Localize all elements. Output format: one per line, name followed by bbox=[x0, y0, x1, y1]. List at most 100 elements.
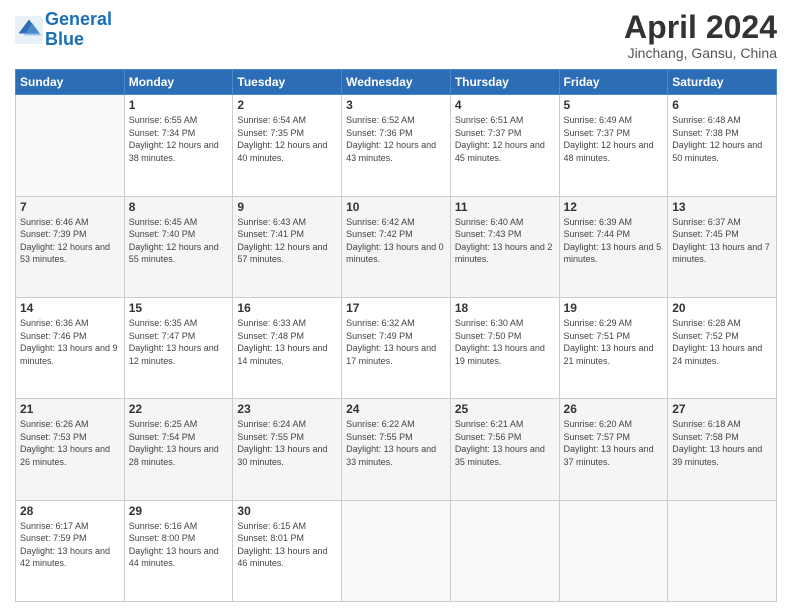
day-info-line: Sunset: 7:41 PM bbox=[237, 228, 337, 241]
day-info-line: Sunrise: 6:28 AM bbox=[672, 317, 772, 330]
day-number: 5 bbox=[564, 98, 664, 112]
day-info-line: Daylight: 13 hours and 19 minutes. bbox=[455, 342, 555, 367]
day-number: 20 bbox=[672, 301, 772, 315]
day-info-line: Sunset: 7:37 PM bbox=[455, 127, 555, 140]
day-info: Sunrise: 6:17 AMSunset: 7:59 PMDaylight:… bbox=[20, 520, 120, 570]
logo-icon bbox=[15, 16, 43, 44]
calendar-empty bbox=[559, 500, 668, 601]
calendar-day-24: 24 Sunrise: 6:22 AMSunset: 7:55 PMDayligh… bbox=[342, 399, 451, 500]
calendar-day-15: 15Sunrise: 6:35 AMSunset: 7:47 PMDayligh… bbox=[124, 297, 233, 398]
day-number: 21 bbox=[20, 402, 120, 416]
day-info-line: Sunset: 7:58 PM bbox=[672, 431, 772, 444]
title-block: April 2024 Jinchang, Gansu, China bbox=[624, 10, 777, 61]
day-info-line: Sunrise: 6:29 AM bbox=[564, 317, 664, 330]
calendar-day-16: 16 Sunrise: 6:33 AMSunset: 7:48 PMDayligh… bbox=[233, 297, 342, 398]
day-info-line: Daylight: 13 hours and 30 minutes. bbox=[237, 443, 337, 468]
day-info-line: Daylight: 13 hours and 2 minutes. bbox=[455, 241, 555, 266]
day-number: 3 bbox=[346, 98, 446, 112]
day-number: 26 bbox=[564, 402, 664, 416]
day-info: Sunrise: 6:48 AMSunset: 7:38 PMDaylight:… bbox=[672, 114, 772, 164]
day-info-line: Sunrise: 6:35 AM bbox=[129, 317, 229, 330]
calendar-week-row: 21 Sunrise: 6:26 AMSunset: 7:53 PMDayligh… bbox=[16, 399, 777, 500]
calendar-day-22: 22Sunrise: 6:25 AMSunset: 7:54 PMDayligh… bbox=[124, 399, 233, 500]
day-number: 23 bbox=[237, 402, 337, 416]
day-info: Sunrise: 6:29 AMSunset: 7:51 PMDaylight:… bbox=[564, 317, 664, 367]
day-info: Sunrise: 6:46 AMSunset: 7:39 PMDaylight:… bbox=[20, 216, 120, 266]
logo-general: General bbox=[45, 9, 112, 29]
day-info: Sunrise: 6:25 AMSunset: 7:54 PMDaylight:… bbox=[129, 418, 229, 468]
day-info: Sunrise: 6:26 AMSunset: 7:53 PMDaylight:… bbox=[20, 418, 120, 468]
calendar-day-14: 14Sunrise: 6:36 AMSunset: 7:46 PMDayligh… bbox=[16, 297, 125, 398]
day-info-line: Sunrise: 6:46 AM bbox=[20, 216, 120, 229]
day-info: Sunrise: 6:33 AMSunset: 7:48 PMDaylight:… bbox=[237, 317, 337, 367]
day-info: Sunrise: 6:40 AMSunset: 7:43 PMDaylight:… bbox=[455, 216, 555, 266]
day-number: 4 bbox=[455, 98, 555, 112]
day-info-line: Daylight: 13 hours and 12 minutes. bbox=[129, 342, 229, 367]
day-info: Sunrise: 6:16 AMSunset: 8:00 PMDaylight:… bbox=[129, 520, 229, 570]
day-number: 7 bbox=[20, 200, 120, 214]
calendar-day-4: 4 Sunrise: 6:51 AMSunset: 7:37 PMDaylight… bbox=[450, 95, 559, 196]
day-number: 24 bbox=[346, 402, 446, 416]
calendar-day-2: 2Sunrise: 6:54 AMSunset: 7:35 PMDaylight… bbox=[233, 95, 342, 196]
day-info-line: Sunset: 7:48 PM bbox=[237, 330, 337, 343]
day-info-line: Sunrise: 6:24 AM bbox=[237, 418, 337, 431]
logo-text: General Blue bbox=[45, 10, 112, 50]
calendar-day-19: 19Sunrise: 6:29 AMSunset: 7:51 PMDayligh… bbox=[559, 297, 668, 398]
day-info: Sunrise: 6:20 AMSunset: 7:57 PMDaylight:… bbox=[564, 418, 664, 468]
day-info-line: Sunrise: 6:30 AM bbox=[455, 317, 555, 330]
header: General Blue April 2024 Jinchang, Gansu,… bbox=[15, 10, 777, 61]
day-info: Sunrise: 6:45 AMSunset: 7:40 PMDaylight:… bbox=[129, 216, 229, 266]
day-info: Sunrise: 6:21 AMSunset: 7:56 PMDaylight:… bbox=[455, 418, 555, 468]
day-info-line: Sunrise: 6:18 AM bbox=[672, 418, 772, 431]
day-number: 8 bbox=[129, 200, 229, 214]
day-info-line: Daylight: 13 hours and 9 minutes. bbox=[20, 342, 120, 367]
day-info-line: Sunrise: 6:37 AM bbox=[672, 216, 772, 229]
day-number: 28 bbox=[20, 504, 120, 518]
day-info: Sunrise: 6:22 AMSunset: 7:55 PMDaylight:… bbox=[346, 418, 446, 468]
day-info-line: Sunrise: 6:51 AM bbox=[455, 114, 555, 127]
day-info-line: Sunset: 7:39 PM bbox=[20, 228, 120, 241]
day-info: Sunrise: 6:15 AMSunset: 8:01 PMDaylight:… bbox=[237, 520, 337, 570]
day-info: Sunrise: 6:42 AMSunset: 7:42 PMDaylight:… bbox=[346, 216, 446, 266]
day-info-line: Sunrise: 6:17 AM bbox=[20, 520, 120, 533]
day-info-line: Daylight: 13 hours and 26 minutes. bbox=[20, 443, 120, 468]
day-info-line: Sunset: 7:45 PM bbox=[672, 228, 772, 241]
calendar-empty bbox=[342, 500, 451, 601]
calendar-week-row: 14Sunrise: 6:36 AMSunset: 7:46 PMDayligh… bbox=[16, 297, 777, 398]
day-number: 1 bbox=[129, 98, 229, 112]
day-info-line: Sunset: 7:43 PM bbox=[455, 228, 555, 241]
day-info-line: Daylight: 13 hours and 37 minutes. bbox=[564, 443, 664, 468]
day-number: 13 bbox=[672, 200, 772, 214]
day-number: 15 bbox=[129, 301, 229, 315]
day-info-line: Sunset: 7:50 PM bbox=[455, 330, 555, 343]
day-info-line: Sunrise: 6:15 AM bbox=[237, 520, 337, 533]
day-info-line: Daylight: 13 hours and 42 minutes. bbox=[20, 545, 120, 570]
calendar-day-6: 6Sunrise: 6:48 AMSunset: 7:38 PMDaylight… bbox=[668, 95, 777, 196]
day-info-line: Sunrise: 6:36 AM bbox=[20, 317, 120, 330]
logo-blue: Blue bbox=[45, 29, 84, 49]
day-info-line: Sunset: 7:54 PM bbox=[129, 431, 229, 444]
calendar-empty bbox=[668, 500, 777, 601]
day-info: Sunrise: 6:51 AMSunset: 7:37 PMDaylight:… bbox=[455, 114, 555, 164]
day-info-line: Sunset: 7:55 PM bbox=[237, 431, 337, 444]
day-info: Sunrise: 6:49 AMSunset: 7:37 PMDaylight:… bbox=[564, 114, 664, 164]
calendar-day-27: 27Sunrise: 6:18 AMSunset: 7:58 PMDayligh… bbox=[668, 399, 777, 500]
month-title: April 2024 bbox=[624, 10, 777, 45]
calendar-day-12: 12Sunrise: 6:39 AMSunset: 7:44 PMDayligh… bbox=[559, 196, 668, 297]
calendar-empty bbox=[450, 500, 559, 601]
day-info-line: Sunset: 7:35 PM bbox=[237, 127, 337, 140]
day-info-line: Sunrise: 6:39 AM bbox=[564, 216, 664, 229]
weekday-header-saturday: Saturday bbox=[668, 70, 777, 95]
calendar-day-11: 11Sunrise: 6:40 AMSunset: 7:43 PMDayligh… bbox=[450, 196, 559, 297]
day-info-line: Sunrise: 6:22 AM bbox=[346, 418, 446, 431]
calendar-day-21: 21 Sunrise: 6:26 AMSunset: 7:53 PMDayligh… bbox=[16, 399, 125, 500]
day-info-line: Daylight: 12 hours and 57 minutes. bbox=[237, 241, 337, 266]
day-info-line: Sunset: 7:59 PM bbox=[20, 532, 120, 545]
calendar-empty bbox=[16, 95, 125, 196]
calendar-day-26: 26 Sunrise: 6:20 AMSunset: 7:57 PMDayligh… bbox=[559, 399, 668, 500]
day-info-line: Sunset: 7:38 PM bbox=[672, 127, 772, 140]
day-number: 12 bbox=[564, 200, 664, 214]
day-number: 16 bbox=[237, 301, 337, 315]
day-info-line: Sunrise: 6:54 AM bbox=[237, 114, 337, 127]
day-info-line: Sunrise: 6:45 AM bbox=[129, 216, 229, 229]
